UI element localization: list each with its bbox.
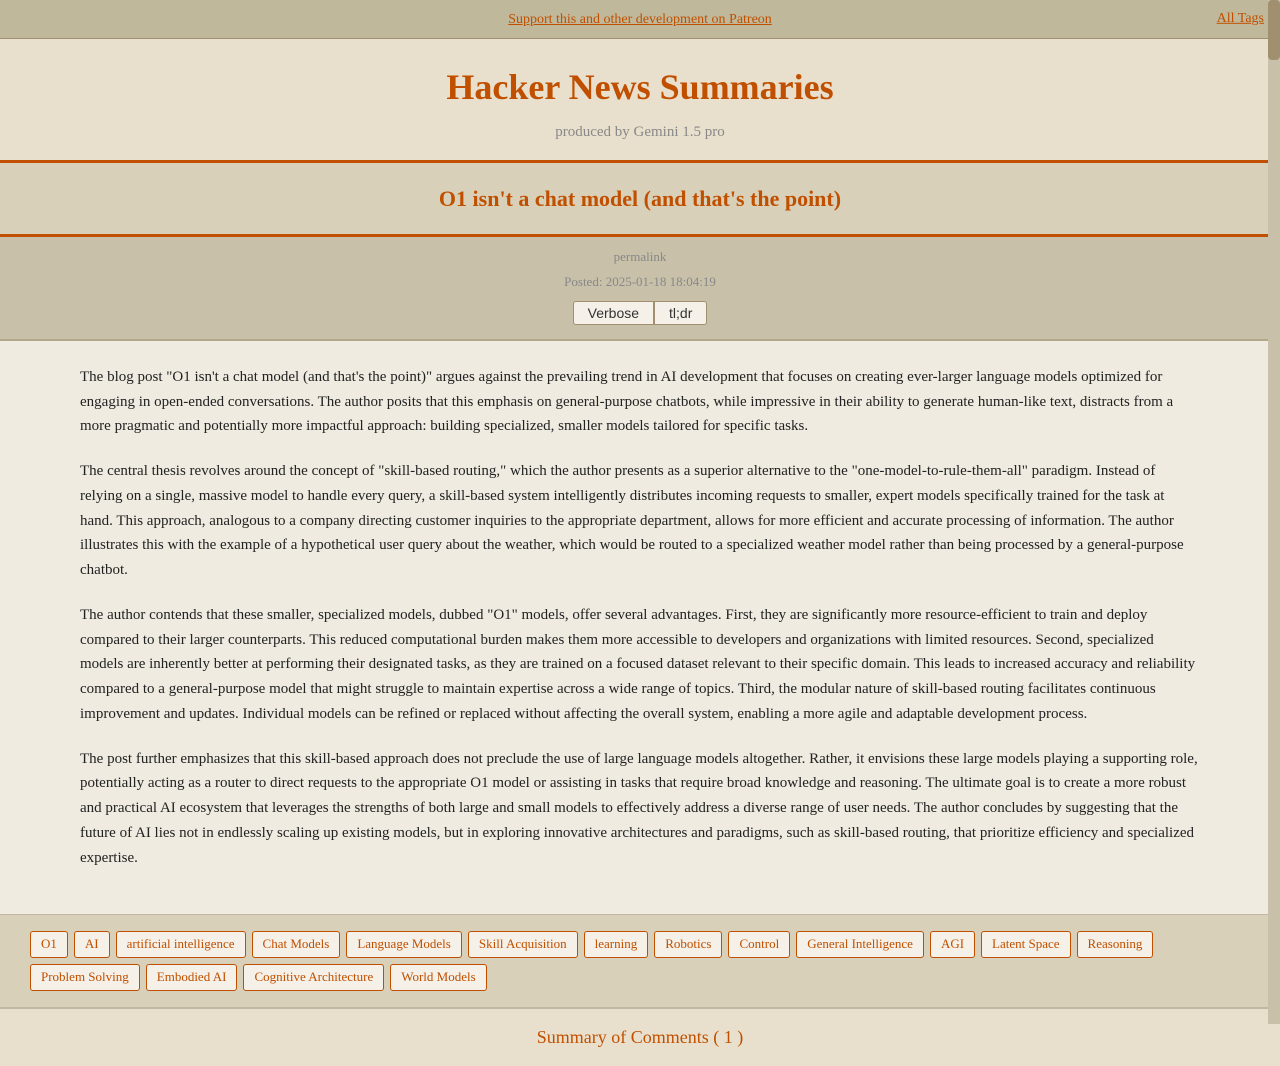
- tags-section: O1AIartificial intelligenceChat ModelsLa…: [0, 914, 1280, 1008]
- scrollbar-thumb[interactable]: [1268, 0, 1280, 60]
- tag-item[interactable]: General Intelligence: [796, 931, 924, 958]
- tag-item[interactable]: Problem Solving: [30, 964, 140, 991]
- support-link[interactable]: Support this and other development on Pa…: [508, 12, 772, 27]
- top-bar: Support this and other development on Pa…: [0, 0, 1280, 39]
- tag-item[interactable]: Language Models: [346, 931, 462, 958]
- tag-item[interactable]: AI: [74, 931, 110, 958]
- mode-buttons: Verbose tl;dr: [16, 301, 1264, 325]
- all-tags-link[interactable]: All Tags: [1217, 8, 1264, 30]
- paragraph-1: The blog post "O1 isn't a chat model (an…: [80, 365, 1200, 439]
- paragraph-2: The central thesis revolves around the c…: [80, 459, 1200, 583]
- tldr-button[interactable]: tl;dr: [654, 301, 707, 325]
- site-title: Hacker News Summaries: [16, 59, 1264, 117]
- tag-item[interactable]: AGI: [930, 931, 975, 958]
- permalink-link[interactable]: permalink: [16, 247, 1264, 268]
- tag-item[interactable]: Embodied AI: [146, 964, 238, 991]
- tag-item[interactable]: Control: [728, 931, 790, 958]
- site-header: Hacker News Summaries produced by Gemini…: [0, 39, 1280, 164]
- comments-summary-title: Summary of Comments ( 1 ): [16, 1023, 1264, 1052]
- tag-item[interactable]: Reasoning: [1077, 931, 1154, 958]
- tag-item[interactable]: Latent Space: [981, 931, 1071, 958]
- article-title: O1 isn't a chat model (and that's the po…: [16, 181, 1264, 216]
- tag-item[interactable]: learning: [584, 931, 649, 958]
- tag-item[interactable]: Cognitive Architecture: [243, 964, 384, 991]
- site-subtitle: produced by Gemini 1.5 pro: [16, 120, 1264, 144]
- main-content: The blog post "O1 isn't a chat model (an…: [50, 341, 1230, 915]
- tags-container: O1AIartificial intelligenceChat ModelsLa…: [30, 931, 1250, 991]
- paragraph-3: The author contends that these smaller, …: [80, 603, 1200, 727]
- comments-summary-bar: Summary of Comments ( 1 ): [0, 1008, 1280, 1066]
- scrollbar-indicator[interactable]: [1268, 0, 1280, 1024]
- tag-item[interactable]: World Models: [390, 964, 486, 991]
- tag-item[interactable]: artificial intelligence: [116, 931, 246, 958]
- tag-item[interactable]: O1: [30, 931, 68, 958]
- tag-item[interactable]: Chat Models: [252, 931, 341, 958]
- posted-date: Posted: 2025-01-18 18:04:19: [16, 272, 1264, 293]
- tag-item[interactable]: Skill Acquisition: [468, 931, 578, 958]
- article-title-bar: O1 isn't a chat model (and that's the po…: [0, 163, 1280, 237]
- meta-bar: permalink Posted: 2025-01-18 18:04:19 Ve…: [0, 237, 1280, 341]
- tag-item[interactable]: Robotics: [654, 931, 722, 958]
- verbose-button[interactable]: Verbose: [573, 301, 654, 325]
- paragraph-4: The post further emphasizes that this sk…: [80, 747, 1200, 871]
